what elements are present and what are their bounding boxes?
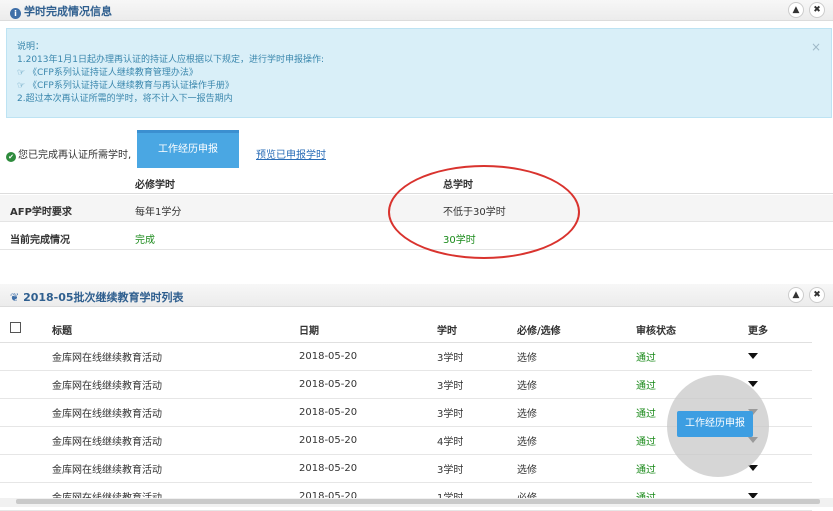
management-rules-link[interactable]: 《CFP系列认证持证人继续教育管理办法》	[28, 68, 198, 78]
hand-pointer-icon: ☞	[17, 81, 26, 91]
panel-title: 2018-05批次继续教育学时列表	[23, 291, 184, 304]
panel-title: 学时完成情况信息	[24, 5, 112, 18]
required-hours-header: 必修学时	[135, 180, 175, 191]
caret-down-icon[interactable]	[748, 353, 758, 359]
alert-line: 1.2013年1月1日起办理再认证的持证人应根据以下规定，进行学时申报操作:	[17, 55, 324, 65]
col-title: 标题	[52, 316, 299, 343]
leaf-icon: ❦	[10, 291, 20, 304]
horizontal-scrollbar[interactable]	[0, 498, 833, 507]
floating-work-experience-button[interactable]: 工作经历申报	[677, 411, 753, 437]
close-button[interactable]: ✖	[809, 2, 825, 18]
table-row[interactable]: 金库网在线继续教育活动 2018-05-20 3学时 选修 通过	[0, 342, 812, 371]
info-icon: i	[10, 8, 21, 19]
panel-header-completion: i 学时完成情况信息 ▲ ✖	[0, 0, 833, 21]
hand-pointer-icon: ☞	[17, 68, 26, 78]
col-more: 更多	[748, 316, 812, 343]
collapse-button[interactable]: ▲	[788, 2, 804, 18]
manual-link[interactable]: 《CFP系列认证持证人继续教育与再认证操作手册》	[28, 81, 234, 91]
collapse-button[interactable]: ▲	[788, 287, 804, 303]
scrollbar-thumb[interactable]	[16, 499, 820, 504]
col-date: 日期	[299, 316, 437, 343]
close-button[interactable]: ✖	[809, 287, 825, 303]
info-alert: 说明： 1.2013年1月1日起办理再认证的持证人应根据以下规定，进行学时申报操…	[6, 28, 832, 118]
highlight-ellipse	[388, 165, 580, 259]
select-all-checkbox[interactable]	[10, 322, 21, 333]
alert-line: 2.超过本次再认证所需的学时，将不计入下一报告期内	[17, 94, 233, 104]
check-circle-icon: ✔	[6, 152, 16, 162]
col-status: 审核状态	[636, 316, 748, 343]
preview-hours-link[interactable]: 预览已申报学时	[256, 146, 326, 161]
work-experience-button[interactable]: 工作经历申报	[137, 130, 239, 168]
col-type: 必修/选修	[517, 316, 636, 343]
alert-close-button[interactable]: ×	[811, 41, 821, 54]
col-hours: 学时	[437, 316, 517, 343]
completion-status: ✔ 您已完成再认证所需学时,	[6, 146, 131, 162]
panel-header-hours-list: ❦ 2018-05批次继续教育学时列表 ▲ ✖	[0, 284, 833, 307]
alert-line: 说明：	[17, 42, 45, 52]
table-header-row: 标题 日期 学时 必修/选修 审核状态 更多	[0, 316, 812, 343]
